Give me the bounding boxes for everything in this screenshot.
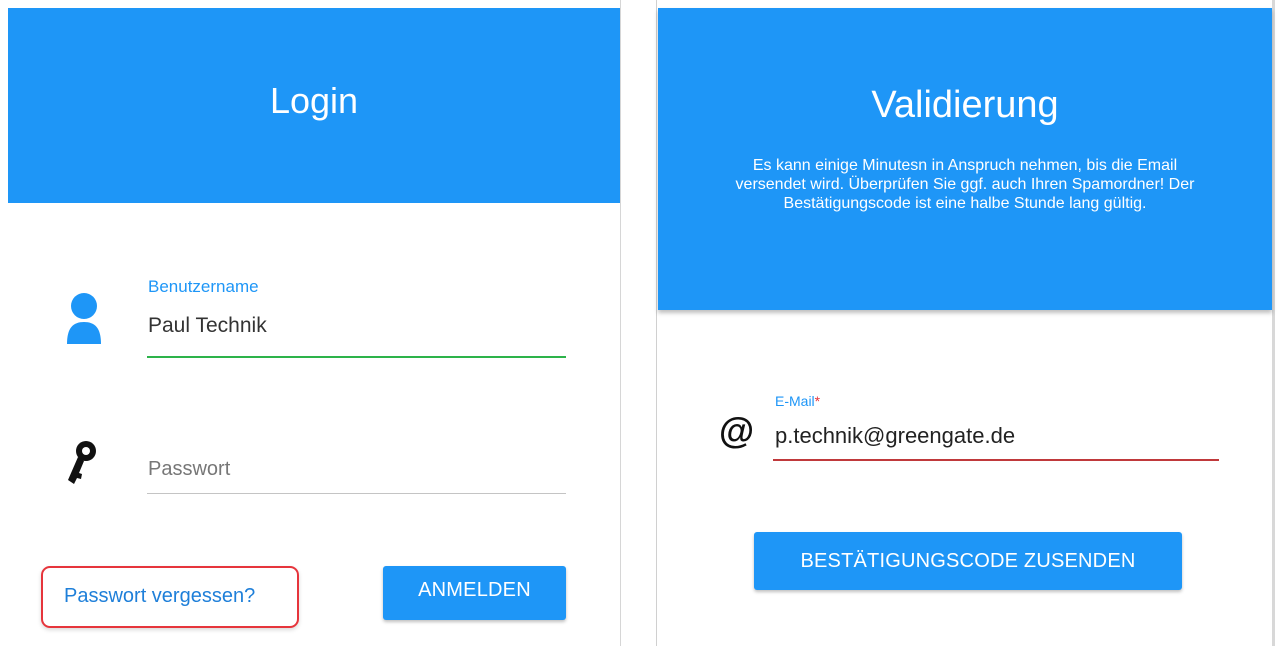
email-input[interactable]: p.technik@greengate.de bbox=[775, 423, 1015, 449]
at-icon: @ bbox=[719, 410, 755, 451]
password-underline bbox=[147, 493, 566, 494]
login-title: Login bbox=[269, 79, 359, 121]
validation-description: Es kann einige Minutesn in Anspruch nehm… bbox=[735, 157, 1195, 212]
send-code-button[interactable]: BESTÄTIGUNGSCODE ZUSENDEN bbox=[754, 532, 1182, 590]
validation-card-edge bbox=[1272, 0, 1275, 646]
email-label: E-Mail* bbox=[775, 393, 820, 409]
validation-header: Validierung Es kann einige Minutesn in A… bbox=[658, 8, 1272, 310]
user-icon bbox=[66, 292, 102, 351]
email-label-text: E-Mail bbox=[775, 393, 815, 409]
forgot-password-link[interactable]: Passwort vergessen? bbox=[64, 585, 255, 608]
username-label: Benutzername bbox=[148, 277, 259, 296]
email-underline bbox=[773, 459, 1219, 461]
key-icon bbox=[68, 440, 98, 493]
login-header: Login bbox=[8, 8, 620, 203]
username-underline bbox=[147, 356, 566, 358]
required-marker: * bbox=[814, 393, 821, 409]
username-input[interactable]: Paul Technik bbox=[148, 314, 267, 338]
login-button[interactable]: ANMELDEN bbox=[383, 566, 566, 620]
password-input[interactable]: Passwort bbox=[148, 458, 230, 481]
validation-title: Validierung bbox=[871, 84, 1059, 126]
